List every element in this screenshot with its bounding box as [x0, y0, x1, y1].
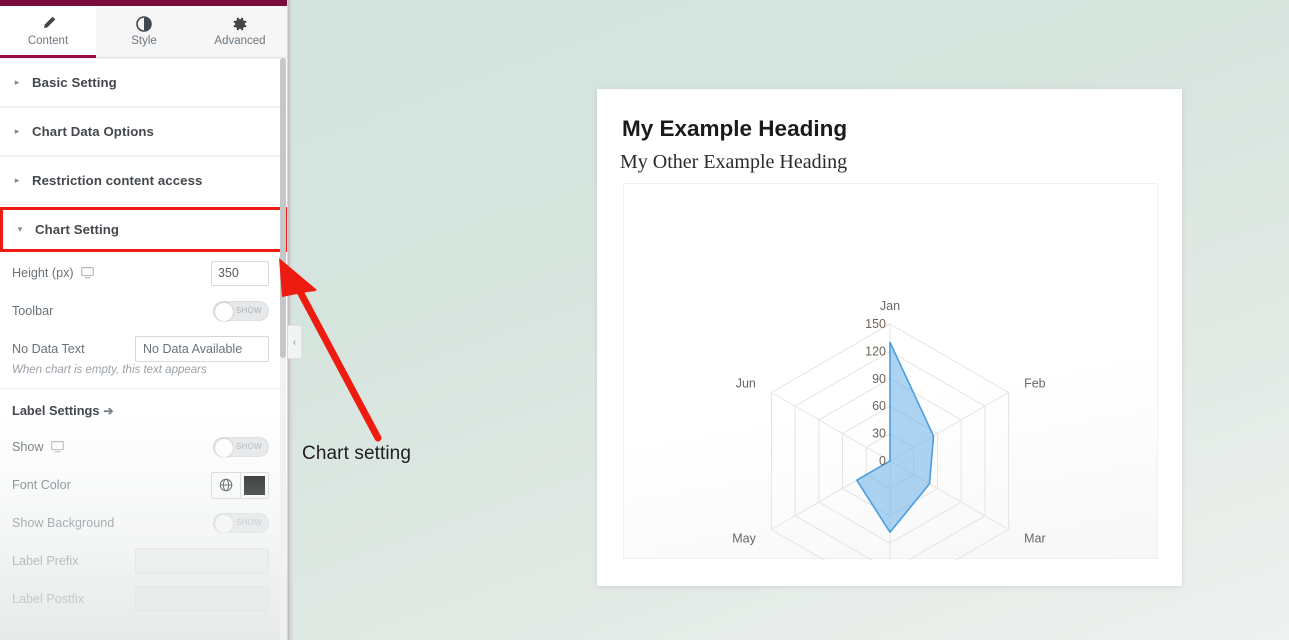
- radar-category-label: Jan: [880, 299, 900, 313]
- control-height: Height (px): [0, 254, 287, 292]
- section-chart-setting-label: Chart Setting: [35, 222, 120, 237]
- chevron-right-icon: ▸: [14, 175, 20, 185]
- section-restriction-content-access[interactable]: ▸ Restriction content access: [0, 156, 287, 205]
- control-toolbar: Toolbar SHOW: [0, 292, 287, 330]
- radar-category-label: Mar: [1024, 531, 1046, 545]
- mouse-cursor-icon: ➔: [103, 403, 114, 418]
- control-toolbar-label: Toolbar: [12, 304, 54, 318]
- label-show-toggle[interactable]: SHOW: [213, 437, 269, 457]
- tab-content[interactable]: Content: [0, 6, 96, 58]
- control-label-postfix-label: Label Postfix: [12, 592, 85, 606]
- settings-panel: Content Style Advanced ▸ Basic Setting ▸…: [0, 0, 288, 640]
- section-chart-data-options[interactable]: ▸ Chart Data Options: [0, 107, 287, 156]
- control-height-label: Height (px): [12, 266, 94, 280]
- tab-content-label: Content: [27, 34, 69, 47]
- chart-heading: My Example Heading: [622, 116, 848, 141]
- radar-category-label: May: [732, 531, 756, 545]
- chart-setting-body: Height (px) Toolbar SHOW No Data Text W: [0, 254, 287, 618]
- tab-advanced-label: Advanced: [214, 34, 266, 47]
- control-no-data-text: No Data Text: [0, 330, 287, 368]
- no-data-text-input[interactable]: [135, 336, 269, 362]
- control-label-prefix: Label Prefix: [0, 542, 287, 580]
- contrast-icon: [136, 15, 152, 32]
- globe-icon[interactable]: [211, 471, 240, 499]
- control-font-color: Font Color: [0, 466, 287, 504]
- tab-style-label: Style: [131, 34, 157, 47]
- toolbar-toggle[interactable]: SHOW: [213, 301, 269, 321]
- panel-tabs[interactable]: Content Style Advanced: [0, 6, 287, 58]
- label-settings-heading-text: Label Settings: [12, 403, 100, 418]
- toolbar-toggle-text: SHOW: [235, 306, 262, 315]
- chart-preview-card: My Example Heading My Other Example Head…: [597, 89, 1182, 586]
- radar-category-label: Feb: [1024, 377, 1046, 391]
- control-label-show-text: Show: [12, 440, 44, 454]
- control-label-postfix: Label Postfix: [0, 580, 287, 618]
- toggle-knob: [215, 303, 233, 321]
- height-input[interactable]: [211, 260, 269, 286]
- gear-icon: [232, 16, 248, 32]
- font-color-control[interactable]: [211, 471, 269, 499]
- section-restriction-content-access-label: Restriction content access: [32, 173, 203, 188]
- section-basic-setting-label: Basic Setting: [32, 75, 117, 90]
- radar-tick-label: 120: [865, 344, 886, 358]
- radar-tick-label: 0: [879, 454, 886, 468]
- radar-tick-label: 150: [865, 317, 886, 331]
- tab-style[interactable]: Style: [96, 6, 192, 57]
- show-background-toggle-text: SHOW: [235, 518, 262, 527]
- toggle-knob: [215, 439, 233, 457]
- section-basic-setting[interactable]: ▸ Basic Setting: [0, 58, 287, 107]
- tab-advanced[interactable]: Advanced: [192, 6, 287, 57]
- chevron-right-icon: ▸: [14, 126, 20, 136]
- label-show-toggle-text: SHOW: [235, 442, 262, 451]
- control-label-prefix-label: Label Prefix: [12, 554, 79, 568]
- radar-tick-labels: 0 30 60 90 120 150: [865, 317, 886, 468]
- label-settings-heading: Label Settings ➔: [0, 389, 287, 428]
- radar-tick-label: 30: [872, 427, 886, 441]
- annotation-label: Chart setting: [302, 443, 412, 464]
- panel-scrollbar-thumb[interactable]: [280, 58, 286, 358]
- show-background-toggle[interactable]: SHOW: [213, 513, 269, 533]
- font-color-swatch[interactable]: [240, 471, 269, 499]
- control-label-show: Show SHOW: [0, 428, 287, 466]
- control-label-show-label: Show: [12, 440, 64, 454]
- label-prefix-input[interactable]: [135, 548, 269, 574]
- radar-tick-label: 90: [872, 372, 886, 386]
- control-no-data-text-label: No Data Text: [12, 342, 85, 356]
- control-show-background-label: Show Background: [12, 516, 115, 530]
- toggle-knob: [215, 515, 233, 533]
- radar-chart[interactable]: JanFebMarAprMayJun 0306090120150: [624, 184, 1159, 560]
- canvas-left-shadow: [288, 0, 293, 640]
- radar-chart-container[interactable]: JanFebMarAprMayJun 0306090120150: [623, 183, 1159, 560]
- control-font-color-label: Font Color: [12, 478, 71, 492]
- radar-tick-label: 60: [872, 399, 886, 413]
- radar-category-label: Jun: [736, 377, 756, 391]
- monitor-icon[interactable]: [50, 441, 64, 453]
- label-postfix-input[interactable]: [135, 586, 269, 612]
- panel-collapse-button[interactable]: ‹: [288, 325, 302, 359]
- monitor-icon[interactable]: [80, 267, 94, 279]
- section-chart-setting[interactable]: ▾ Chart Setting: [0, 207, 287, 252]
- chevron-right-icon: ▸: [14, 77, 20, 87]
- chevron-down-icon: ▾: [17, 224, 23, 234]
- control-height-text: Height (px): [12, 266, 74, 280]
- chart-subheading: My Other Example Heading: [620, 151, 848, 173]
- no-data-hint: When chart is empty, this text appears: [12, 364, 207, 376]
- section-chart-data-options-label: Chart Data Options: [32, 124, 154, 139]
- control-show-background: Show Background SHOW: [0, 504, 287, 542]
- panel-scrollbar[interactable]: [280, 58, 286, 640]
- pencil-icon: [41, 16, 56, 32]
